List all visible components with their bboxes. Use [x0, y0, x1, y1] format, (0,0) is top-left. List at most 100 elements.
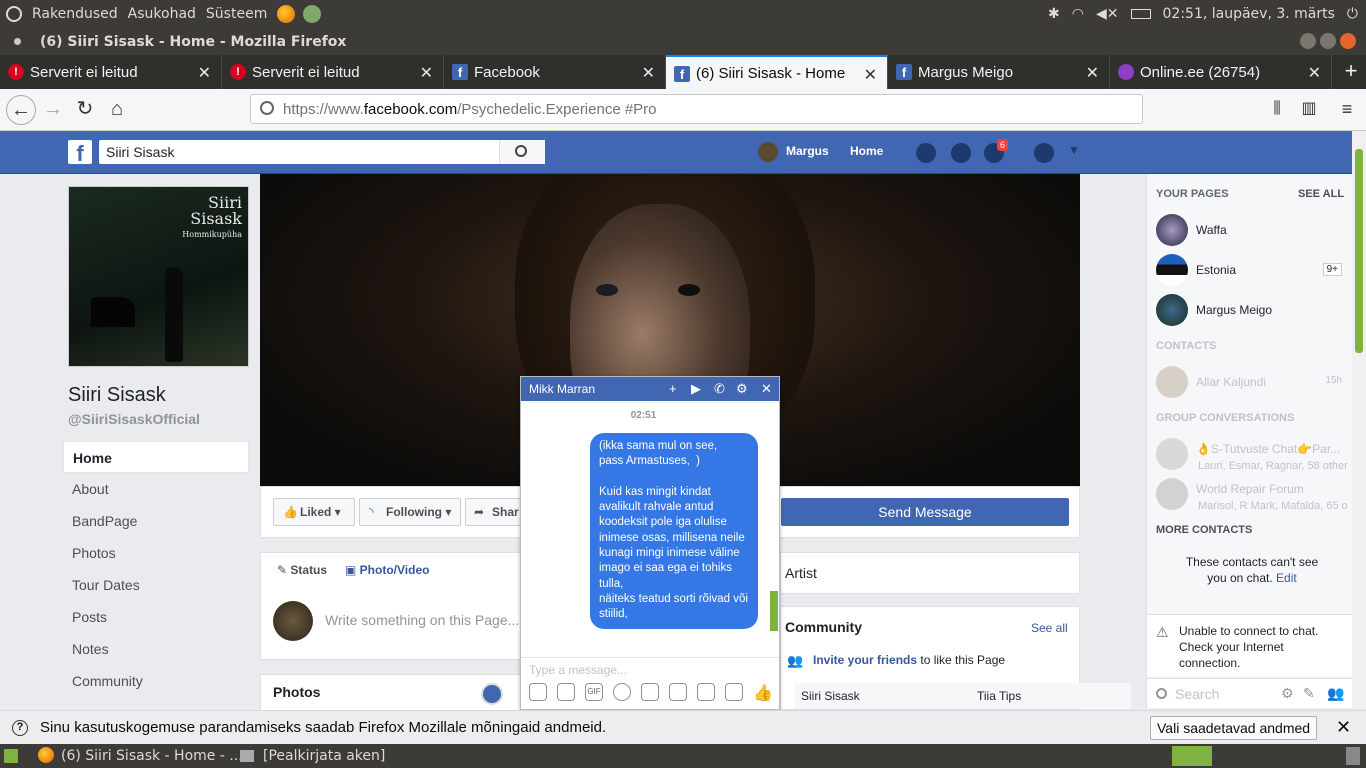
- page-handle[interactable]: @SiiriSisaskOfficial: [68, 411, 200, 427]
- sidebar-page-margus-meigo[interactable]: Margus Meigo: [1156, 294, 1346, 328]
- friend-chip[interactable]: Tiia Tips: [971, 683, 1131, 709]
- chat-contact-name[interactable]: Mikk Marran: [529, 382, 595, 396]
- volume-muted-icon[interactable]: ◀✕: [1096, 6, 1119, 22]
- left-nav-community[interactable]: Community: [63, 665, 249, 697]
- friend-chip[interactable]: Siiri Sisask: [795, 683, 971, 709]
- category-label[interactable]: Artist: [785, 565, 817, 581]
- edit-link[interactable]: Edit: [1276, 571, 1297, 585]
- account-menu-chevron-icon[interactable]: ▼: [1068, 143, 1080, 157]
- tab-close-icon[interactable]: ✕: [420, 63, 433, 83]
- tab-close-icon[interactable]: ✕: [642, 63, 655, 83]
- camera-icon[interactable]: [697, 683, 715, 701]
- close-icon[interactable]: ✕: [761, 377, 772, 401]
- chromium-launcher-icon[interactable]: [303, 5, 322, 23]
- page-scrollbar[interactable]: [1352, 131, 1366, 709]
- back-button[interactable]: ←: [6, 95, 36, 125]
- group-s-tutvuste-chat[interactable]: 👌S-Tutvuste Chat👉Par... Lauri, Esmar, Ra…: [1156, 438, 1348, 472]
- messenger-icon[interactable]: [951, 143, 971, 163]
- left-nav-notes[interactable]: Notes: [63, 633, 249, 665]
- attachment-icon[interactable]: [641, 683, 659, 701]
- see-all-pages-link[interactable]: SEE ALL: [1298, 188, 1344, 200]
- sidebar-page-estonia[interactable]: Estonia 9+: [1156, 254, 1346, 288]
- table-icon[interactable]: [725, 683, 743, 701]
- tab-close-icon[interactable]: ✕: [864, 65, 877, 85]
- power-icon[interactable]: ⏻: [1347, 6, 1358, 22]
- left-nav-photos[interactable]: Photos: [63, 537, 249, 569]
- chat-scrollbar[interactable]: [769, 405, 779, 645]
- image-icon[interactable]: [529, 683, 547, 701]
- bluetooth-icon[interactable]: ✱: [1048, 6, 1060, 22]
- close-icon[interactable]: ✕: [1336, 717, 1351, 738]
- chat-search-input[interactable]: Search ⚙ ✎ 👥: [1147, 678, 1353, 708]
- show-desktop-icon[interactable]: [4, 749, 18, 763]
- gear-icon[interactable]: ⚙: [1281, 685, 1294, 702]
- header-home-link[interactable]: Home: [850, 144, 883, 158]
- tab-server-not-found-1[interactable]: ! Serverit ei leitud ✕: [0, 55, 222, 89]
- new-group-icon[interactable]: 👥: [1327, 685, 1344, 702]
- clock[interactable]: 02:51, laupäev, 3. märts: [1163, 6, 1335, 22]
- menu-applications[interactable]: Rakendused: [32, 6, 118, 22]
- tab-close-icon[interactable]: ✕: [1308, 63, 1321, 83]
- wifi-icon[interactable]: ◠: [1072, 6, 1084, 22]
- user-avatar[interactable]: [758, 142, 778, 162]
- scroll-thumb[interactable]: [770, 591, 778, 631]
- battery-icon[interactable]: [1130, 9, 1151, 19]
- composer-status-tab[interactable]: ✎ Status: [277, 563, 327, 577]
- phone-icon[interactable]: ✆: [714, 377, 725, 401]
- minimize-button[interactable]: [1300, 33, 1316, 49]
- share-button[interactable]: ➦ Shar: [465, 498, 521, 526]
- composer-input[interactable]: Write something on this Page...: [325, 612, 519, 628]
- globe-icon[interactable]: [481, 683, 503, 705]
- library-icon[interactable]: ⫼: [1262, 95, 1292, 125]
- composer-photo-tab[interactable]: ▣ Photo/Video: [345, 563, 429, 577]
- left-nav-posts[interactable]: Posts: [63, 601, 249, 633]
- following-button[interactable]: ◝ Following ▾: [359, 498, 461, 526]
- emoji-icon[interactable]: [613, 683, 631, 701]
- firefox-launcher-icon[interactable]: [277, 5, 296, 23]
- left-nav-about[interactable]: About: [63, 473, 249, 505]
- menu-system[interactable]: Süsteem: [206, 6, 267, 22]
- trash-icon[interactable]: [1346, 747, 1360, 765]
- chat-header[interactable]: Mikk Marran + ▶ ✆ ⚙ ✕: [521, 377, 779, 401]
- friend-requests-icon[interactable]: [916, 143, 936, 163]
- header-user-link[interactable]: Margus: [786, 144, 829, 158]
- home-button[interactable]: ⌂: [102, 95, 132, 125]
- tab-siiri-sisask[interactable]: f (6) Siiri Sisask - Home ✕: [666, 55, 888, 89]
- invite-friends-link[interactable]: Invite your friends: [813, 653, 917, 667]
- page-profile-picture[interactable]: Siiri Sisask Hommikupüha: [68, 186, 249, 367]
- choose-data-button[interactable]: Vali saadetavad andmed: [1150, 716, 1318, 740]
- search-button[interactable]: [499, 140, 545, 164]
- scroll-thumb[interactable]: [1355, 149, 1363, 353]
- new-tab-button[interactable]: +: [1336, 55, 1366, 89]
- video-call-icon[interactable]: ▶: [691, 377, 701, 401]
- send-message-button[interactable]: Send Message: [781, 498, 1069, 526]
- chat-message-input[interactable]: Type a message...: [521, 657, 779, 682]
- sidebar-page-waffa[interactable]: Waffa: [1156, 214, 1346, 248]
- hamburger-menu-icon[interactable]: ≡: [1332, 95, 1362, 125]
- taskbar-item-firefox[interactable]: (6) Siiri Sisask - Home - ...: [61, 747, 243, 765]
- help-icon[interactable]: [1034, 143, 1054, 163]
- menu-places[interactable]: Asukohad: [128, 6, 196, 22]
- window-menu-icon[interactable]: [14, 38, 21, 45]
- workspace-switcher[interactable]: [1172, 746, 1212, 766]
- tab-margus-meigo[interactable]: f Margus Meigo ✕: [888, 55, 1110, 89]
- reload-button[interactable]: ↻: [70, 95, 100, 125]
- sticker-icon[interactable]: [557, 683, 575, 701]
- maximize-button[interactable]: [1320, 33, 1336, 49]
- tab-online-ee[interactable]: Online.ee (26754) ✕: [1110, 55, 1332, 89]
- tab-close-icon[interactable]: ✕: [198, 63, 211, 83]
- tab-facebook[interactable]: f Facebook ✕: [444, 55, 666, 89]
- left-nav-bandpage[interactable]: BandPage: [63, 505, 249, 537]
- liked-button[interactable]: 👍 Liked ▾: [273, 498, 355, 526]
- group-world-repair-forum[interactable]: World Repair Forum Marisol, R Mark, Mafa…: [1156, 478, 1348, 512]
- sidebar-icon[interactable]: ▥: [1294, 95, 1324, 125]
- url-bar[interactable]: https://www. facebook.com/Psychedelic.Exp…: [250, 94, 1143, 124]
- facebook-search-input[interactable]: Siiri Sisask: [99, 140, 545, 164]
- ubuntu-logo-icon[interactable]: [6, 6, 22, 22]
- see-all-link[interactable]: See all: [1031, 621, 1068, 635]
- left-nav-home[interactable]: Home: [63, 441, 249, 473]
- tab-close-icon[interactable]: ✕: [1086, 63, 1099, 83]
- link-icon[interactable]: [669, 683, 687, 701]
- close-window-button[interactable]: [1340, 33, 1356, 49]
- contact-allar-kaljundi[interactable]: Allar Kaljundi 15h: [1156, 366, 1346, 400]
